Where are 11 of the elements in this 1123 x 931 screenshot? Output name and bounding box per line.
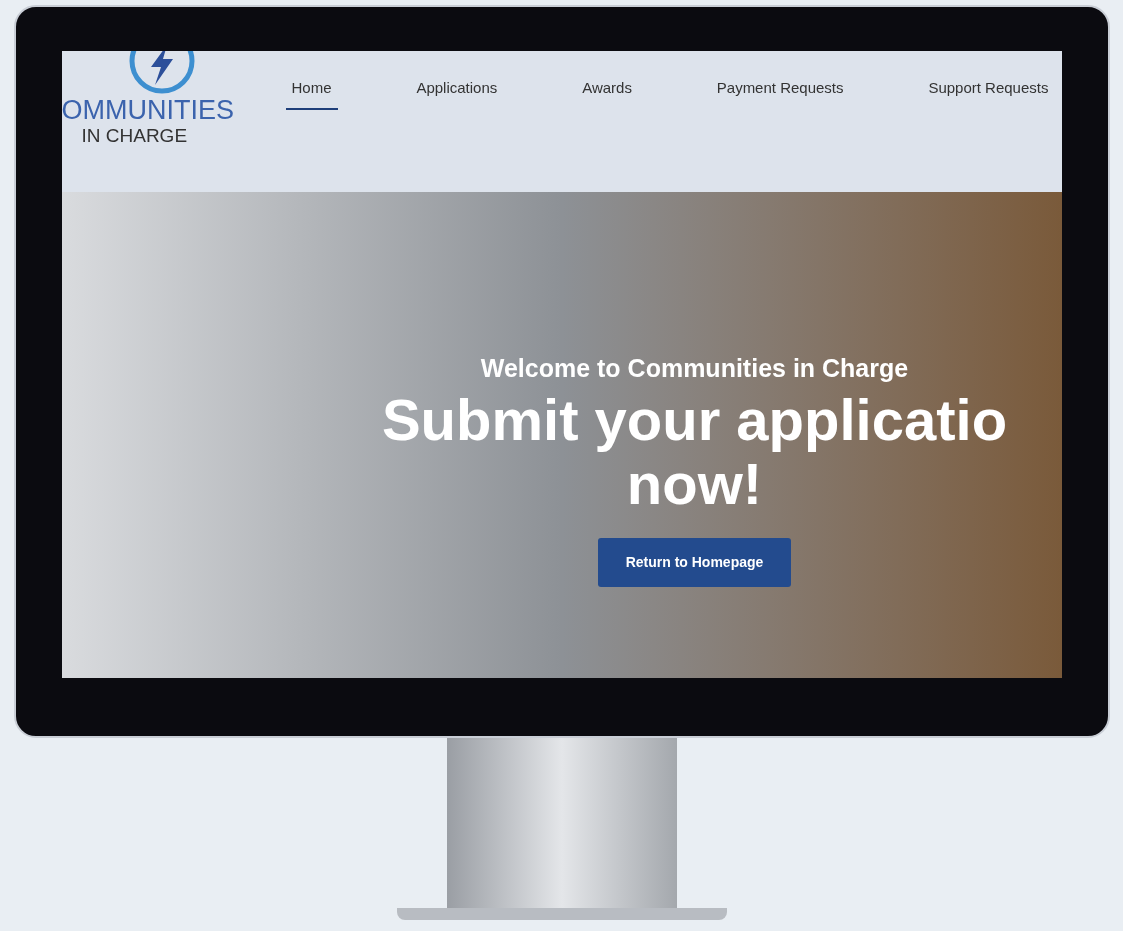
hero-subtitle: Welcome to Communities in Charge [480, 353, 909, 384]
nav-link[interactable]: Support Requests [922, 77, 1055, 110]
logo-text: IN CHARGE [81, 124, 188, 148]
nav-link[interactable]: Applications [410, 77, 504, 110]
logo-text: OMMUNITIES [61, 97, 234, 124]
return-button[interactable]: Return to Homepage [597, 537, 792, 587]
hero-headline: Submit your applicatio [381, 387, 1008, 452]
hero-headline: now! [626, 451, 763, 516]
nav-link[interactable]: Payment Requests [710, 77, 850, 110]
nav-link[interactable]: Home [285, 77, 338, 110]
nav-link[interactable]: Awards [576, 77, 638, 110]
